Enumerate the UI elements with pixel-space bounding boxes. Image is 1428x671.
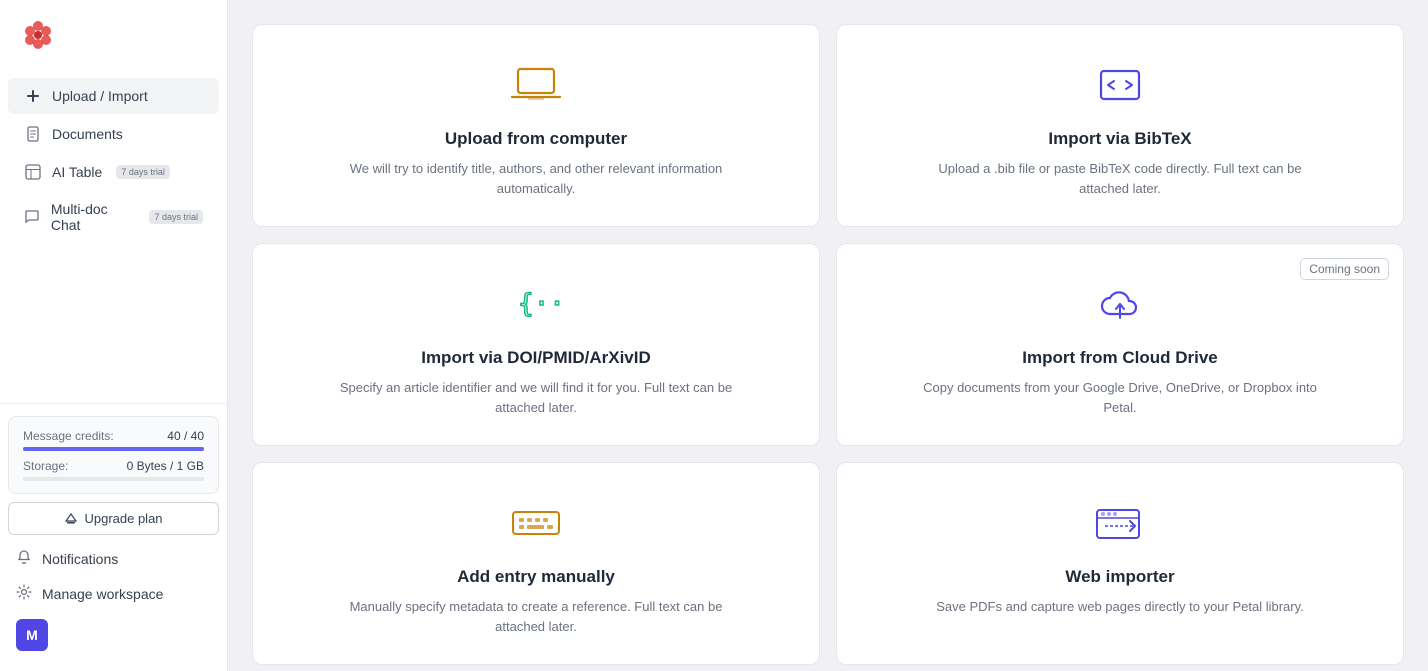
chat-icon xyxy=(24,208,41,226)
storage-row: Storage: 0 Bytes / 1 GB xyxy=(23,459,204,473)
import-doi-desc: Specify an article identifier and we wil… xyxy=(336,378,736,417)
import-cloud-desc: Copy documents from your Google Drive, O… xyxy=(920,378,1320,417)
document-icon xyxy=(24,125,42,143)
sidebar-nav: Upload / Import Documents AI Table 7 day… xyxy=(0,68,227,403)
petal-logo-icon xyxy=(20,16,56,52)
web-import-icon xyxy=(1092,495,1148,551)
web-importer-title: Web importer xyxy=(1065,567,1174,587)
web-importer-desc: Save PDFs and capture web pages directly… xyxy=(936,597,1304,617)
code-icon xyxy=(1094,57,1146,113)
cloud-icon xyxy=(1092,276,1148,332)
sidebar-documents-label: Documents xyxy=(52,126,123,142)
import-doi-title: Import via DOI/PMID/ArXivID xyxy=(421,348,651,368)
credits-section: Message credits: 40 / 40 Storage: 0 Byte… xyxy=(8,416,219,494)
bell-icon xyxy=(16,549,32,568)
sidebar-upload-import-label: Upload / Import xyxy=(52,88,148,104)
credits-value: 40 / 40 xyxy=(167,429,204,443)
add-entry-title: Add entry manually xyxy=(457,567,615,587)
card-import-doi[interactable]: {···} Import via DOI/PMID/ArXivID Specif… xyxy=(252,243,820,446)
avatar[interactable]: M xyxy=(16,619,48,651)
upgrade-label: Upgrade plan xyxy=(84,511,162,526)
ai-table-badge: 7 days trial xyxy=(116,165,170,179)
credits-label: Message credits: xyxy=(23,429,114,443)
credits-row: Message credits: 40 / 40 xyxy=(23,429,204,443)
storage-value: 0 Bytes / 1 GB xyxy=(127,459,204,473)
cards-grid: Upload from computer We will try to iden… xyxy=(252,24,1404,665)
gear-icon xyxy=(16,584,32,603)
card-import-bibtex[interactable]: Import via BibTeX Upload a .bib file or … xyxy=(836,24,1404,227)
notifications-label: Notifications xyxy=(42,551,118,567)
multidoc-badge: 7 days trial xyxy=(149,210,203,224)
sidebar-item-notifications[interactable]: Notifications xyxy=(8,541,219,576)
add-entry-desc: Manually specify metadata to create a re… xyxy=(336,597,736,636)
upload-computer-title: Upload from computer xyxy=(445,129,627,149)
braces-icon: {···} xyxy=(510,276,562,332)
logo xyxy=(0,0,227,68)
card-import-cloud[interactable]: Coming soon Import from Cloud Drive Copy… xyxy=(836,243,1404,446)
ai-table-icon xyxy=(24,163,42,181)
upgrade-icon xyxy=(64,512,78,526)
import-cloud-title: Import from Cloud Drive xyxy=(1022,348,1218,368)
sidebar: Upload / Import Documents AI Table 7 day… xyxy=(0,0,228,671)
keyboard-icon xyxy=(508,495,564,551)
sidebar-bottom: Message credits: 40 / 40 Storage: 0 Byte… xyxy=(0,403,227,671)
credits-progress-bar xyxy=(23,447,204,451)
coming-soon-badge: Coming soon xyxy=(1300,258,1389,280)
upgrade-plan-button[interactable]: Upgrade plan xyxy=(8,502,219,535)
sidebar-bottom-items: Notifications Manage workspace xyxy=(8,541,219,611)
sidebar-item-manage-workspace[interactable]: Manage workspace xyxy=(8,576,219,611)
card-add-entry-manually[interactable]: Add entry manually Manually specify meta… xyxy=(252,462,820,665)
import-bibtex-desc: Upload a .bib file or paste BibTeX code … xyxy=(920,159,1320,198)
card-web-importer[interactable]: Web importer Save PDFs and capture web p… xyxy=(836,462,1404,665)
credits-progress-fill xyxy=(23,447,204,451)
card-upload-computer[interactable]: Upload from computer We will try to iden… xyxy=(252,24,820,227)
svg-text:{···}: {···} xyxy=(518,289,562,319)
storage-progress-bar xyxy=(23,477,204,481)
sidebar-item-ai-table[interactable]: AI Table 7 days trial xyxy=(8,154,219,190)
sidebar-item-multidoc-chat[interactable]: Multi-doc Chat 7 days trial xyxy=(8,192,219,242)
sidebar-ai-table-label: AI Table xyxy=(52,164,102,180)
upload-computer-desc: We will try to identify title, authors, … xyxy=(336,159,736,198)
import-bibtex-title: Import via BibTeX xyxy=(1048,129,1191,149)
sidebar-multidoc-label: Multi-doc Chat xyxy=(51,201,136,233)
plus-icon xyxy=(24,87,42,105)
avatar-letter: M xyxy=(26,627,38,643)
sidebar-item-documents[interactable]: Documents xyxy=(8,116,219,152)
laptop-icon xyxy=(510,57,562,113)
manage-workspace-label: Manage workspace xyxy=(42,586,163,602)
storage-label: Storage: xyxy=(23,459,68,473)
main-content: Upload from computer We will try to iden… xyxy=(228,0,1428,671)
sidebar-item-upload-import[interactable]: Upload / Import xyxy=(8,78,219,114)
